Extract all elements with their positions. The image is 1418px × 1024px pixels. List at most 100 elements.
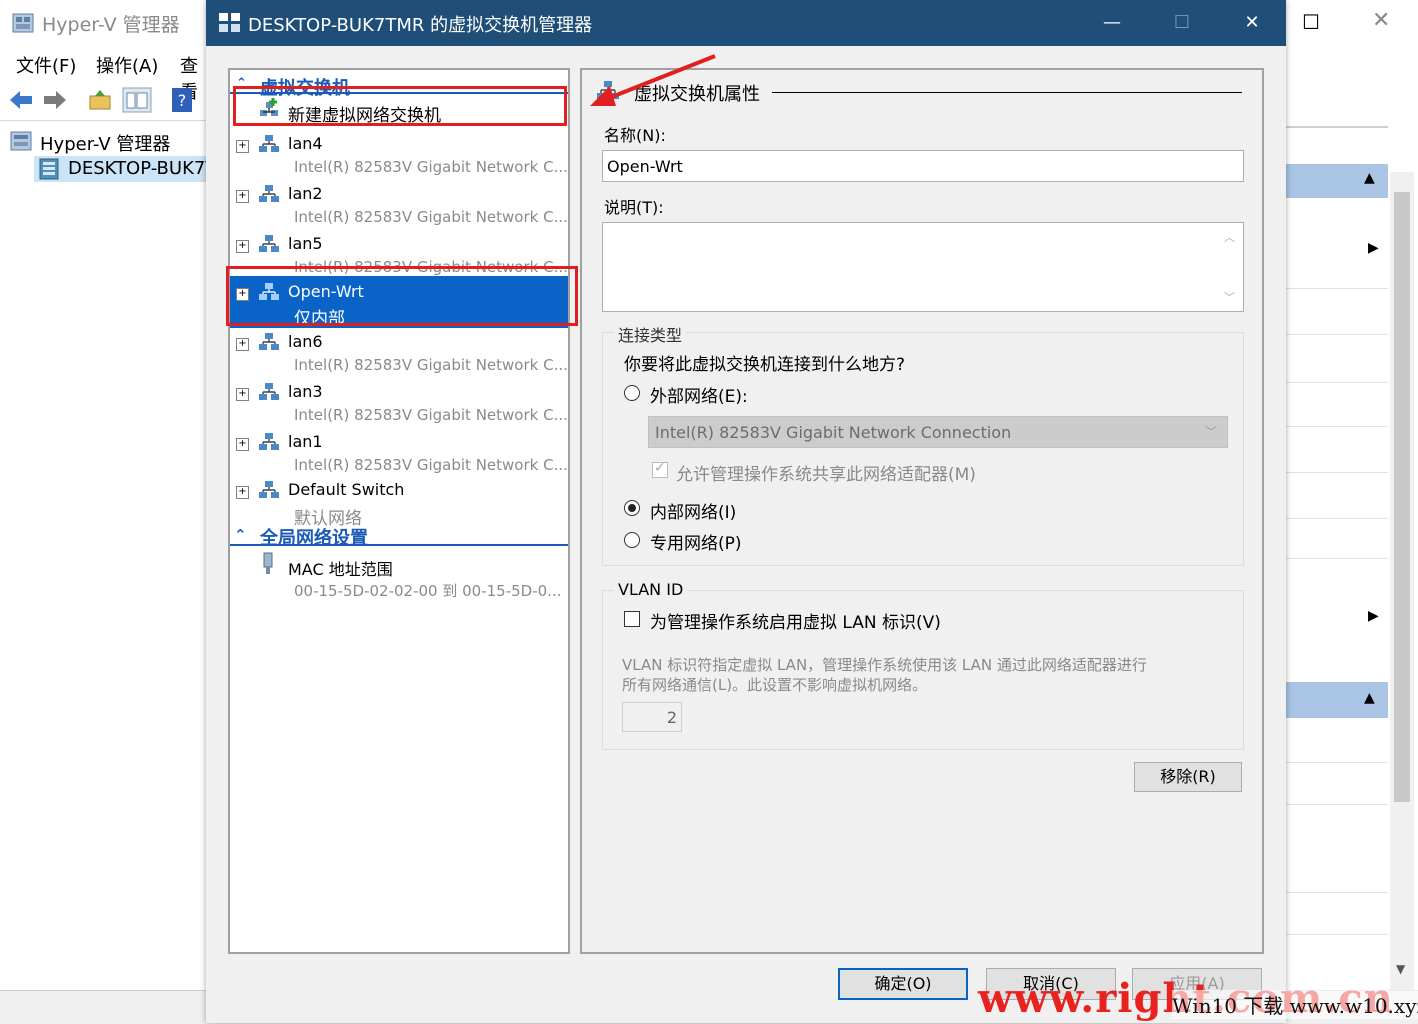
external-network-radio[interactable] — [624, 385, 640, 401]
switch-adapter: Intel(R) 82583V Gigabit Network C... — [294, 456, 568, 474]
expand-icon[interactable]: + — [236, 240, 249, 253]
watermark-w10: Win10 下载 www.w10.xyz — [1172, 990, 1418, 1019]
ok-button[interactable]: 确定(O) — [838, 968, 968, 1000]
actions-scrollbar-thumb[interactable] — [1394, 192, 1410, 802]
submenu-arrow-icon[interactable]: ▶ — [1368, 240, 1379, 256]
name-label: 名称(N): — [604, 126, 666, 145]
internal-network-radio[interactable] — [624, 500, 640, 516]
switch-adapter: Intel(R) 82583V Gigabit Network C... — [294, 208, 568, 226]
expand-icon[interactable]: + — [236, 438, 249, 451]
description-label: 说明(T): — [604, 198, 664, 217]
section-divider-2 — [230, 544, 568, 546]
expand-icon[interactable]: + — [236, 486, 249, 499]
tree-node-hyperv-manager[interactable]: Hyper-V 管理器 — [40, 130, 170, 156]
allow-management-checkbox[interactable]: ✓ — [652, 460, 668, 478]
description-textarea[interactable]: ︿ ﹀ — [602, 222, 1244, 312]
expand-icon[interactable]: + — [236, 288, 249, 301]
connection-type-label: 连接类型 — [614, 322, 687, 346]
hyperv-app-icon — [12, 13, 34, 33]
external-adapter-dropdown[interactable]: Intel(R) 82583V Gigabit Network Connecti… — [648, 416, 1228, 448]
close-button[interactable]: ✕ — [1232, 8, 1272, 38]
expand-icon[interactable]: + — [236, 190, 249, 203]
collapse-section-icon[interactable]: ⌃ — [236, 76, 247, 91]
switch-item-default-switch[interactable]: + Default Switch 默认网络 — [230, 474, 568, 529]
vlan-description-line2: 所有网络通信(L)。此设置不影响虚拟机网络。 — [622, 676, 928, 694]
scroll-up-icon[interactable]: ︿ — [1224, 229, 1235, 245]
minimize-button[interactable]: — — [1092, 8, 1132, 38]
show-hide-console-tree-icon[interactable] — [122, 87, 152, 113]
switch-item-lan1[interactable]: + lan1 Intel(R) 82583V Gigabit Network C… — [230, 426, 568, 476]
enable-vlan-label: 为管理操作系统启用虚拟 LAN 标识(V) — [650, 613, 941, 633]
section-global-network[interactable]: 全局网络设置 — [260, 524, 368, 550]
virtual-switch-manager-dialog: DESKTOP-BUK7TMR 的虚拟交换机管理器 — ☐ ✕ ⌃ 虚拟交换机 … — [206, 0, 1286, 1023]
switch-name: lan5 — [288, 234, 323, 253]
switch-list-pane: ⌃ 虚拟交换机 新建虚拟网络交换机 + lan4 Intel(R) 82583V… — [228, 68, 570, 954]
network-switch-icon — [259, 333, 279, 350]
vlan-id-input[interactable]: 2 — [622, 702, 682, 732]
main-close-button[interactable]: ✕ — [1372, 8, 1390, 33]
switch-item-lan5[interactable]: + lan5 Intel(R) 82583V Gigabit Network C… — [230, 228, 568, 278]
expand-icon[interactable]: + — [236, 140, 249, 153]
scroll-down-icon[interactable]: ▼ — [1396, 962, 1405, 976]
main-window-title: Hyper-V 管理器 — [42, 14, 180, 36]
switch-name: lan1 — [288, 432, 323, 451]
switch-item-lan4[interactable]: + lan4 Intel(R) 82583V Gigabit Network C… — [230, 128, 568, 178]
add-network-icon — [260, 98, 278, 116]
network-card-icon — [263, 552, 273, 574]
connection-question: 你要将此虚拟交换机连接到什么地方? — [624, 355, 906, 375]
up-folder-icon[interactable] — [88, 88, 112, 112]
forward-arrow-icon[interactable] — [42, 88, 68, 112]
svg-text:?: ? — [178, 91, 187, 110]
back-arrow-icon[interactable] — [8, 88, 34, 112]
menu-action[interactable]: 操作(A) — [96, 52, 158, 78]
collapse-section-icon-2[interactable]: ⌃ — [234, 526, 247, 544]
maximize-button[interactable]: ☐ — [1162, 8, 1202, 38]
mac-address-range-item[interactable]: MAC 地址范围 00-15-5D-02-02-00 到 00-15-5D-0.… — [230, 550, 568, 600]
mac-range-value: 00-15-5D-02-02-00 到 00-15-5D-0... — [294, 582, 562, 600]
internal-network-label: 内部网络(I) — [650, 503, 737, 523]
expand-icon[interactable]: + — [236, 338, 249, 351]
collapse-up-icon-2[interactable]: ▲ — [1364, 690, 1375, 706]
chevron-down-icon: ﹀ — [1204, 425, 1217, 439]
submenu-arrow-icon-2[interactable]: ▶ — [1368, 608, 1379, 624]
dialog-title-bar: DESKTOP-BUK7TMR 的虚拟交换机管理器 — ☐ ✕ — [206, 0, 1286, 46]
collapse-up-icon[interactable]: ▲ — [1364, 170, 1375, 186]
main-maximize-button[interactable]: ☐ — [1302, 10, 1320, 34]
switch-adapter: Intel(R) 82583V Gigabit Network C... — [294, 356, 568, 374]
switch-adapter: Intel(R) 82583V Gigabit Network C... — [294, 158, 568, 176]
checkmark-icon: ✓ — [654, 460, 666, 476]
vlan-group-label: VLAN ID — [614, 580, 688, 599]
switch-item-lan6[interactable]: + lan6 Intel(R) 82583V Gigabit Network C… — [230, 326, 568, 376]
switch-item-open-wrt[interactable]: + Open-Wrt 仅内部 — [230, 276, 568, 329]
expand-icon[interactable]: + — [236, 388, 249, 401]
private-network-label: 专用网络(P) — [650, 534, 742, 554]
network-switch-icon — [259, 135, 279, 152]
help-icon[interactable]: ? — [170, 87, 194, 113]
network-switch-icon — [259, 185, 279, 202]
actions-pane: ▲ ▶ ▶ ▲ ▼ — [1286, 82, 1418, 992]
switch-name: lan3 — [288, 382, 323, 401]
new-switch-label: 新建虚拟网络交换机 — [288, 106, 441, 126]
mac-range-name: MAC 地址范围 — [288, 560, 393, 579]
switch-name: Open-Wrt — [288, 282, 364, 301]
external-network-label: 外部网络(E): — [650, 387, 748, 407]
network-switch-icon — [259, 283, 279, 300]
vlan-description-line1: VLAN 标识符指定虚拟 LAN，管理操作系统使用该 LAN 通过此网络适配器进… — [622, 656, 1147, 674]
header-rule — [772, 92, 1242, 93]
remove-button[interactable]: 移除(R) — [1134, 762, 1242, 792]
switch-adapter: Intel(R) 82583V Gigabit Network C... — [294, 406, 568, 424]
hyperv-manager-icon — [10, 131, 32, 151]
switch-manager-icon — [219, 13, 240, 32]
switch-item-lan2[interactable]: + lan2 Intel(R) 82583V Gigabit Network C… — [230, 178, 568, 228]
main-menu-bar: 文件(F) 操作(A) 查看 — [0, 48, 210, 103]
switch-item-lan3[interactable]: + lan3 Intel(R) 82583V Gigabit Network C… — [230, 376, 568, 426]
new-virtual-switch-item[interactable]: 新建虚拟网络交换机 — [230, 94, 568, 126]
network-switch-icon — [259, 433, 279, 450]
switch-properties-pane: 虚拟交换机属性 名称(N): Open-Wrt 说明(T): ︿ ﹀ 连接类型 … — [580, 68, 1264, 954]
private-network-radio[interactable] — [624, 532, 640, 548]
name-input[interactable]: Open-Wrt — [602, 150, 1244, 182]
switch-name: Default Switch — [288, 480, 405, 499]
scroll-down-icon[interactable]: ﹀ — [1224, 289, 1235, 305]
enable-vlan-checkbox[interactable] — [624, 611, 640, 627]
menu-file[interactable]: 文件(F) — [16, 52, 76, 78]
